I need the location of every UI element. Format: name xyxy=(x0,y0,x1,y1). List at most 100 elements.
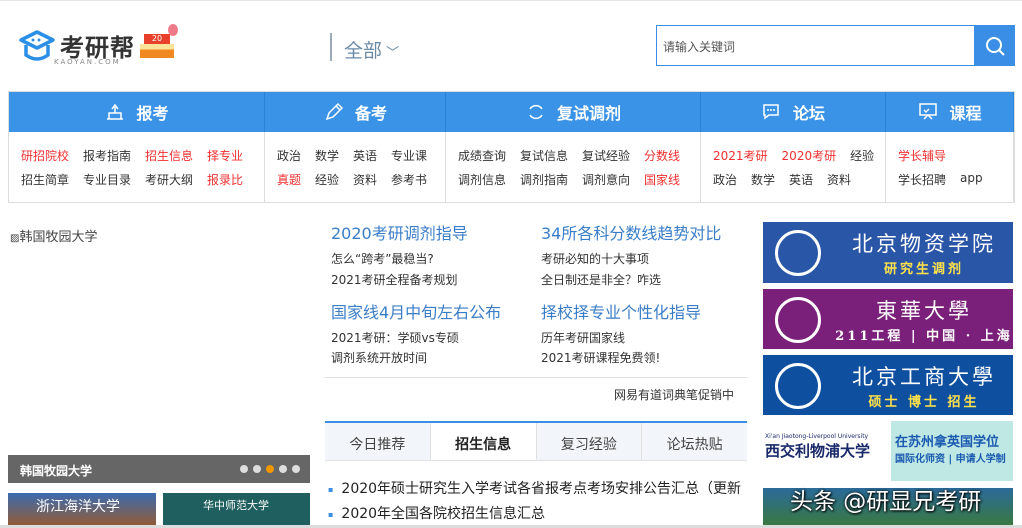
site-logo[interactable]: 考研帮 KAOYAN.COM xyxy=(18,28,135,66)
nav-link[interactable]: 调剂信息 xyxy=(458,171,506,195)
nav-link[interactable]: 择专业 xyxy=(207,147,243,171)
nav-link[interactable]: 学长辅导 xyxy=(898,147,946,171)
nav-link[interactable]: 学长招聘 xyxy=(898,171,946,195)
list-item[interactable]: 2020年全国各院校招生信息汇总 xyxy=(328,503,545,523)
nav-link[interactable]: 成绩查询 xyxy=(458,147,506,171)
tab-today[interactable]: 今日推荐 xyxy=(325,423,431,460)
banner-title: 北京物资学院 xyxy=(852,232,996,256)
list-item[interactable]: 2020年硕士研究生入学考试各省报考点考场安排公告汇总（更新 xyxy=(328,478,741,498)
search-scope-dropdown[interactable]: 全部 ﹀ xyxy=(344,36,399,63)
banner-donghua[interactable]: 東華大學 211工程 | 中国 · 上海 xyxy=(763,289,1013,349)
nav-links: 成绩查询 复试信息 复试经验 分数线 调剂信息 调剂指南 调剂意向 国家线 xyxy=(446,132,701,203)
nav-link[interactable]: 复试信息 xyxy=(520,147,568,171)
search-input[interactable]: 请输入关键词 xyxy=(656,25,974,66)
slider-dot[interactable] xyxy=(240,465,248,473)
news-link[interactable]: 2021考研全程备考规划 xyxy=(331,271,458,288)
tab-admissions[interactable]: 招生信息 xyxy=(430,423,537,460)
tab-forum[interactable]: 论坛热贴 xyxy=(642,423,747,460)
news-link[interactable]: 怎么“跨考”最稳当? xyxy=(331,250,434,267)
nav-link[interactable]: app xyxy=(960,171,983,195)
nav-link[interactable]: 招生简章 xyxy=(21,171,69,195)
nav-link[interactable]: 专业目录 xyxy=(83,171,131,195)
banner-btbu[interactable]: 北京工商大學 硕士 博士 招生 xyxy=(763,355,1013,415)
slider-dots xyxy=(240,465,300,473)
nav-section-2[interactable]: 复试调剂 xyxy=(446,92,701,132)
news-link[interactable]: 调剂系统开放时间 xyxy=(331,349,427,366)
banner-name: 西交利物浦大学 xyxy=(765,442,871,460)
nav-link[interactable]: 资料 xyxy=(827,171,851,195)
nav-section-4[interactable]: 课程 xyxy=(886,92,1014,132)
nav-section-1[interactable]: 备考 xyxy=(265,92,446,132)
tab-review[interactable]: 复习经验 xyxy=(537,423,643,460)
nav-link[interactable]: 资料 xyxy=(353,171,377,195)
header-divider xyxy=(330,33,332,61)
news-link[interactable]: 2021考研：学硕vs专硕 xyxy=(331,329,459,346)
nav-link[interactable]: 研招院校 xyxy=(21,147,69,171)
nav-link[interactable]: 报录比 xyxy=(207,171,243,195)
top-border xyxy=(0,0,1022,1)
banner-xjtlu[interactable]: Xi'an Jiaotong-Liverpool University 西交利物… xyxy=(763,421,1013,481)
nav-links: 政治 数学 英语 专业课 真题 经验 资料 参考书 xyxy=(265,132,446,203)
slider-dot[interactable] xyxy=(279,465,287,473)
nav-links: 研招院校 报考指南 招生信息 择专业招生简章 专业目录 考研大纲 报录比 xyxy=(9,132,265,203)
slide-caption: 韩国牧园大学 xyxy=(8,455,310,483)
news-headline[interactable]: 择校择专业个性化指导 xyxy=(541,299,701,323)
nav-section-title: 复试调剂 xyxy=(556,104,621,123)
nav-link[interactable]: 调剂指南 xyxy=(520,171,568,195)
chevron-down-icon: ﹀ xyxy=(382,46,400,61)
nav-section-title: 备考 xyxy=(354,104,387,123)
graduation-cap-icon xyxy=(19,29,55,61)
nav-section-0[interactable]: 报考 xyxy=(9,92,265,132)
nav-link[interactable]: 招生信息 xyxy=(145,147,193,171)
nav-link[interactable]: 国家线 xyxy=(644,171,680,195)
banner-title: 在苏州拿英国学位 xyxy=(895,435,1000,450)
news-headline[interactable]: 34所各科分数线趋势对比 xyxy=(541,220,721,244)
slider-dot[interactable] xyxy=(292,465,300,473)
nav-link[interactable]: 2020考研 xyxy=(782,147,837,171)
nav-section-title: 报考 xyxy=(136,104,169,123)
slide-image-alt[interactable]: ▨韩国牧园大学 xyxy=(10,226,97,245)
nav-link-row: 政治 数学 英语 资料 xyxy=(713,171,885,195)
nav-link-row: 政治 数学 英语 专业课 xyxy=(277,147,445,171)
watermark: 头条 @研显兄考研 xyxy=(790,489,982,515)
nav-link[interactable]: 英语 xyxy=(789,171,813,195)
nav-link[interactable]: 考研大纲 xyxy=(145,171,193,195)
nav-link[interactable]: 分数线 xyxy=(644,147,680,171)
logo-subtitle: KAOYAN.COM xyxy=(54,58,121,66)
thumb-ad-zhejiang-ocean[interactable]: 浙江海洋大学 xyxy=(8,493,156,528)
nav-link[interactable]: 数学 xyxy=(315,147,339,171)
nav-link[interactable]: 经验 xyxy=(315,171,339,195)
nav-link[interactable]: 调剂意向 xyxy=(582,171,630,195)
nav-link[interactable]: 政治 xyxy=(277,147,301,171)
banner-bjwz[interactable]: 北京物资学院 研究生调剂 xyxy=(763,222,1013,283)
thumb-label: 浙江海洋大学 xyxy=(36,499,120,515)
banner-title: 東華大學 xyxy=(876,298,972,323)
image-slider[interactable] xyxy=(8,222,310,483)
nav-link-row: 调剂信息 调剂指南 调剂意向 国家线 xyxy=(458,171,700,195)
nav-section-3[interactable]: 论坛 xyxy=(701,92,886,132)
nav-link[interactable]: 专业课 xyxy=(391,147,427,171)
nav-link[interactable]: 政治 xyxy=(713,171,737,195)
search-button[interactable] xyxy=(974,25,1015,66)
promo-link[interactable]: 网易有道词典笔促销中 xyxy=(614,386,734,403)
news-link[interactable]: 历年考研国家线 xyxy=(541,329,625,346)
news-link[interactable]: 全日制还是非全？咋选 xyxy=(541,271,661,288)
nav-link[interactable]: 报考指南 xyxy=(83,147,131,171)
slider-dot[interactable] xyxy=(253,465,261,473)
slider-dot-active[interactable] xyxy=(266,465,274,473)
nav-link[interactable]: 参考书 xyxy=(391,171,427,195)
news-link[interactable]: 2021考研课程免费领! xyxy=(541,349,660,366)
news-headline[interactable]: 国家线4月中旬左右公布 xyxy=(331,299,501,323)
news-link[interactable]: 考研必知的十大事项 xyxy=(541,250,649,267)
nav-link[interactable]: 复试经验 xyxy=(582,147,630,171)
nav-link[interactable]: 英语 xyxy=(353,147,377,171)
nav-links: 2021考研 2020考研 经验 政治 数学 英语 资料 xyxy=(701,132,886,203)
nav-link[interactable]: 真题 xyxy=(277,171,301,195)
nav-link[interactable]: 数学 xyxy=(751,171,775,195)
nav-link[interactable]: 2021考研 xyxy=(713,147,768,171)
thumb-ad-ccnu[interactable]: 华中师范大学 xyxy=(163,493,310,528)
news-headline[interactable]: 2020考研调剂指导 xyxy=(331,220,468,244)
banner-subtitle: 国际化师资 | 申请人学制 xyxy=(895,454,1006,465)
nav-link[interactable]: 经验 xyxy=(850,147,874,171)
search-icon xyxy=(985,36,1005,56)
